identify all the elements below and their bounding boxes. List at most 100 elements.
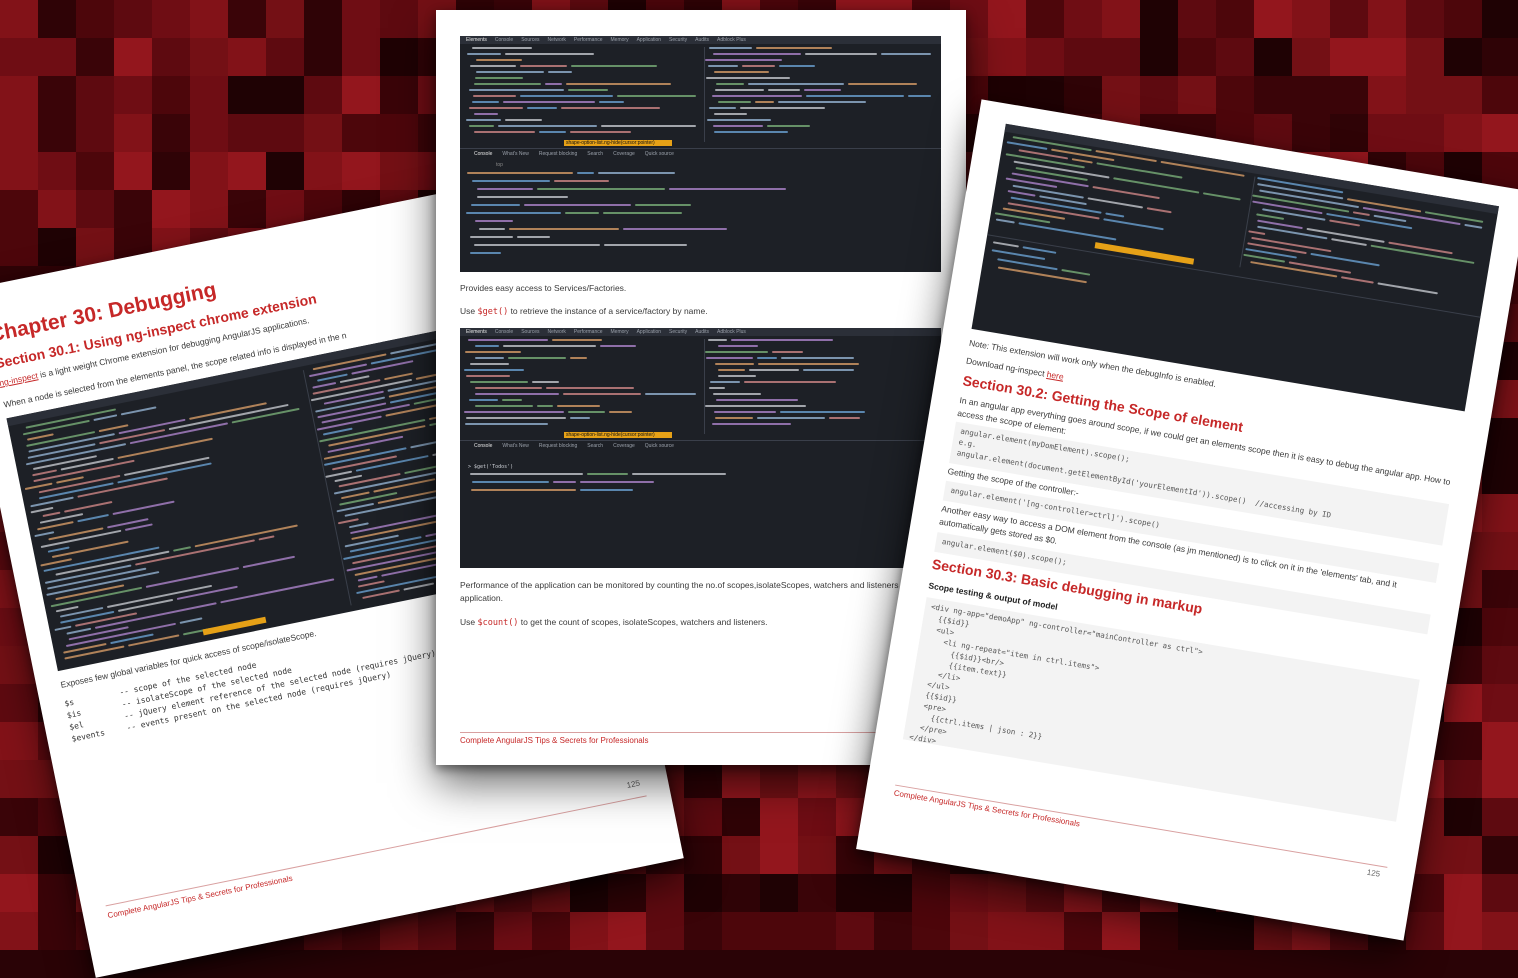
devtools-screenshot-2: Elements Console Sources Network Performance…	[460, 328, 941, 568]
devtools-tab[interactable]: Performance	[574, 36, 603, 44]
devtools-tab[interactable]: Console	[474, 150, 492, 158]
code-line	[565, 212, 599, 214]
console-output	[466, 172, 936, 268]
code-line	[474, 113, 498, 115]
code-line	[467, 53, 501, 55]
code-line	[563, 393, 641, 395]
code-line	[475, 387, 542, 389]
code-line	[471, 204, 520, 206]
devtools-tab[interactable]: Search	[587, 442, 603, 450]
code-line	[54, 625, 72, 631]
code-line	[1310, 252, 1380, 267]
devtools-tab[interactable]: Quick source	[645, 150, 674, 158]
devtools-tab[interactable]: Memory	[611, 36, 629, 44]
devtools-tab[interactable]: What's New	[502, 150, 529, 158]
devtools-tab[interactable]: Request blocking	[539, 150, 577, 158]
code-line	[779, 65, 815, 67]
code-line	[706, 77, 790, 79]
code-line	[479, 228, 505, 230]
devtools-tab[interactable]: Adblock Plus	[717, 328, 746, 336]
code-line	[552, 339, 602, 341]
code-line	[30, 496, 74, 508]
console-level-select[interactable]: top	[496, 162, 503, 168]
code-line	[758, 363, 859, 365]
devtools-tab[interactable]: Coverage	[613, 442, 635, 450]
code-line	[194, 524, 298, 548]
code-line	[706, 357, 753, 359]
code-line	[472, 47, 532, 49]
code-line	[755, 101, 774, 103]
code-line	[580, 489, 633, 491]
ng-inspect-link[interactable]: ng-inspect	[0, 370, 39, 388]
code-line	[176, 585, 238, 600]
code-line	[705, 59, 782, 61]
devtools-tab[interactable]: Application	[637, 36, 661, 44]
code-line	[623, 228, 727, 230]
devtools-tab[interactable]: Audits	[695, 36, 709, 44]
devtools-tab[interactable]: Security	[669, 36, 687, 44]
devtools-tab[interactable]: Network	[548, 328, 566, 336]
code-line	[64, 645, 125, 660]
devtools-tab[interactable]: Audits	[695, 328, 709, 336]
code-line	[1464, 223, 1483, 229]
devtools-tab[interactable]: What's New	[502, 442, 529, 450]
code-line	[466, 375, 510, 377]
code-line	[553, 481, 576, 483]
code-line	[767, 125, 810, 127]
code-line	[780, 411, 865, 413]
devtools-screenshot-1: Elements Console Sources Network Performance…	[460, 36, 941, 272]
code-line	[714, 113, 747, 115]
devtools-tab[interactable]: Quick source	[645, 442, 674, 450]
code-line	[1022, 246, 1057, 254]
code-line	[1331, 238, 1367, 246]
devtools-tab[interactable]: Search	[587, 150, 603, 158]
code-line	[539, 131, 566, 133]
devtools-tab[interactable]: Sources	[521, 328, 539, 336]
devtools-tab[interactable]: Adblock Plus	[717, 36, 746, 44]
code-line	[881, 53, 931, 55]
code-line	[714, 411, 776, 413]
code-line	[1262, 208, 1326, 221]
devtools-tab[interactable]: Elements	[466, 36, 487, 44]
code-line	[1329, 219, 1361, 227]
code-line	[503, 101, 595, 103]
code-line	[756, 47, 832, 49]
devtools-tab[interactable]: Application	[637, 328, 661, 336]
devtools-tab[interactable]: Coverage	[613, 150, 635, 158]
devtools-tab[interactable]: Console	[495, 328, 513, 336]
code-line	[467, 172, 573, 174]
page-number: 125	[625, 778, 641, 790]
console-output	[466, 473, 936, 563]
devtools-tab[interactable]: Memory	[611, 328, 629, 336]
code-line	[1340, 276, 1374, 284]
code-line	[992, 241, 1019, 248]
code-line	[220, 578, 335, 604]
code-line	[475, 405, 533, 407]
devtools-tab[interactable]: Network	[548, 36, 566, 44]
code-line	[112, 500, 175, 516]
para4-post: to get the count of scopes, isolateScope…	[518, 617, 768, 627]
code-line	[829, 417, 860, 419]
code-line	[669, 188, 786, 190]
code-line	[714, 71, 769, 73]
devtools-tab[interactable]: Performance	[574, 328, 603, 336]
code-line	[1202, 192, 1241, 201]
devtools-tab[interactable]: Console	[495, 36, 513, 44]
devtools-tab[interactable]: Request blocking	[539, 442, 577, 450]
code-line	[470, 381, 528, 383]
scope-pane	[1239, 176, 1493, 308]
code-line	[145, 567, 240, 588]
code-line	[598, 172, 675, 174]
code-line	[709, 387, 725, 389]
code-line	[1018, 222, 1117, 241]
code-line	[709, 47, 752, 49]
devtools-tab[interactable]: Elements	[466, 328, 487, 336]
code-line	[570, 131, 631, 133]
code-line	[804, 89, 841, 91]
devtools-tab[interactable]: Security	[669, 328, 687, 336]
devtools-tab[interactable]: Sources	[521, 36, 539, 44]
code-line	[548, 71, 572, 73]
download-link[interactable]: here	[1046, 369, 1064, 382]
get-paragraph: Use $get() to retrieve the instance of a…	[460, 305, 708, 319]
devtools-tab[interactable]: Console	[474, 442, 492, 450]
